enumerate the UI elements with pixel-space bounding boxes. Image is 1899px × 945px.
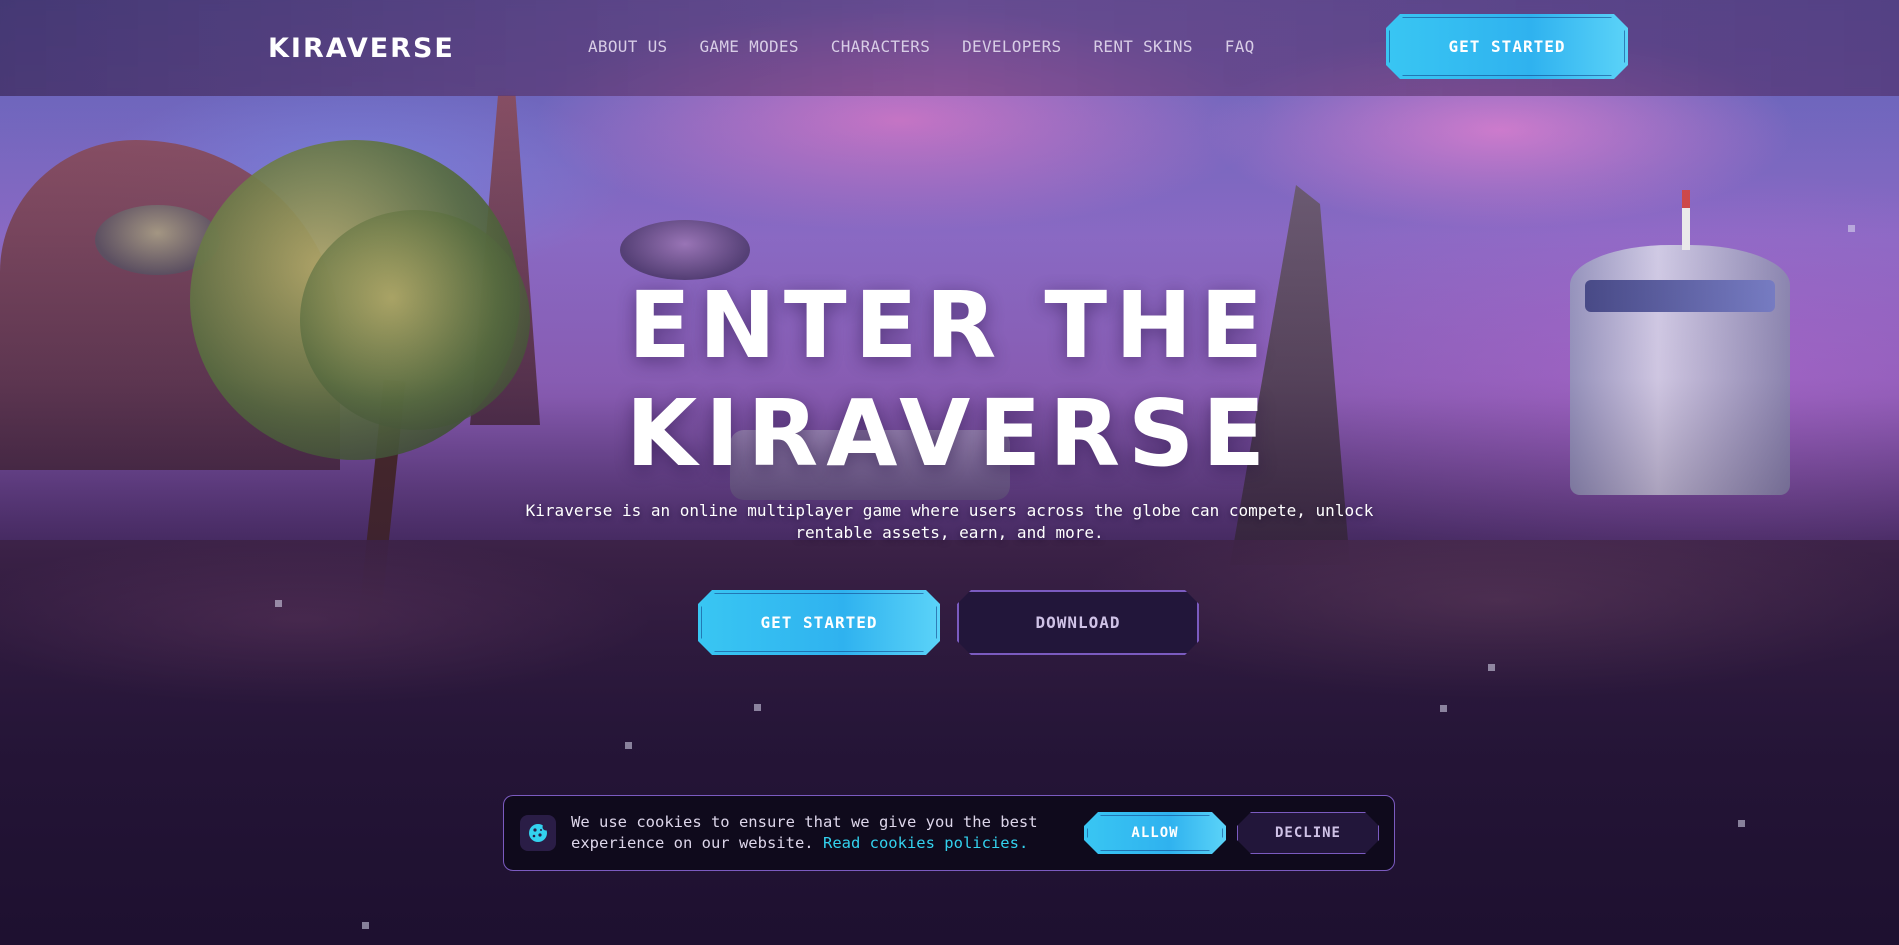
cookie-icon [520,815,556,851]
dust-particle [1738,820,1745,827]
hero-download-label: DOWNLOAD [1035,613,1121,632]
hero-get-started-label: GET STARTED [760,613,878,632]
cookie-message: We use cookies to ensure that we give yo… [571,812,1071,854]
dust-particle [275,600,282,607]
cookie-allow-label: ALLOW [1131,825,1179,841]
hero-title: ENTER THE KIRAVERSE [0,272,1899,488]
dust-particle [362,922,369,929]
hero-download-button[interactable]: DOWNLOAD [957,590,1199,655]
nav-game-modes[interactable]: GAME MODES [699,37,798,56]
hero-get-started-button[interactable]: GET STARTED [698,590,940,655]
nav-developers[interactable]: DEVELOPERS [962,37,1061,56]
cookie-banner: We use cookies to ensure that we give yo… [503,795,1395,871]
dust-particle [625,742,632,749]
site-header: KIRAVERSE ABOUT US GAME MODES CHARACTERS… [0,0,1899,96]
kiraverse-logo[interactable]: KIRAVERSE [268,33,455,64]
nav-characters[interactable]: CHARACTERS [831,37,930,56]
cookie-policy-link[interactable]: Read cookies policies. [823,834,1028,852]
dust-particle [754,704,761,711]
hero-subtitle: Kiraverse is an online multiplayer game … [525,501,1374,542]
hero-title-line-1: ENTER THE [628,272,1271,379]
dust-particle [1848,225,1855,232]
nav-rent-skins[interactable]: RENT SKINS [1093,37,1192,56]
dust-particle [1440,705,1447,712]
nav-about-us[interactable]: ABOUT US [588,37,667,56]
nav-faq[interactable]: FAQ [1225,37,1255,56]
main-nav: ABOUT US GAME MODES CHARACTERS DEVELOPER… [588,37,1287,56]
cookie-allow-button[interactable]: ALLOW [1084,812,1226,854]
dust-particle [1488,664,1495,671]
header-get-started-label: GET STARTED [1448,37,1566,56]
hero-title-line-2: KIRAVERSE [625,380,1274,487]
header-get-started-button[interactable]: GET STARTED [1386,14,1628,79]
cookie-decline-button[interactable]: DECLINE [1237,812,1379,854]
cookie-decline-label: DECLINE [1274,825,1341,841]
